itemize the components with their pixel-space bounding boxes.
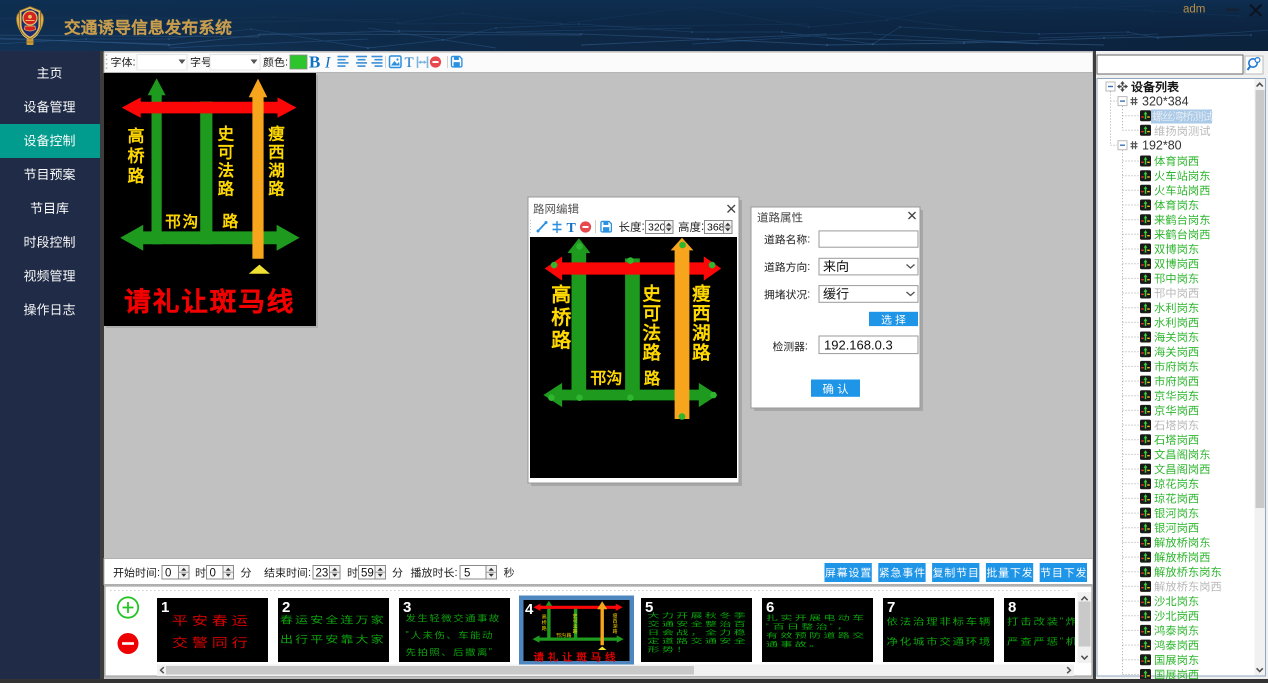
- svg-text:T: T: [567, 221, 577, 236]
- svg-text::: :: [642, 221, 645, 233]
- svg-text::: :: [308, 567, 311, 579]
- svg-text::: :: [805, 341, 808, 353]
- svg-text:23: 23: [316, 568, 329, 580]
- svg-text:B: B: [309, 53, 320, 72]
- svg-text::: :: [807, 261, 810, 273]
- svg-text:adm: adm: [1183, 4, 1205, 16]
- svg-text:I: I: [324, 55, 331, 72]
- svg-text:5: 5: [645, 599, 653, 616]
- svg-text:": ": [1060, 636, 1063, 647]
- svg-text::: :: [807, 234, 810, 246]
- svg-text::: :: [807, 289, 810, 301]
- svg-text:6: 6: [766, 599, 774, 616]
- svg-text:192.168.0.3: 192.168.0.3: [824, 338, 893, 353]
- svg-text:8: 8: [1008, 599, 1016, 616]
- svg-text::: :: [157, 567, 160, 579]
- svg-text:0: 0: [210, 568, 216, 580]
- svg-text:": ": [1060, 616, 1063, 627]
- svg-text:": ": [766, 622, 769, 631]
- svg-text:T: T: [405, 55, 414, 71]
- svg-text::: :: [455, 567, 458, 579]
- svg-text:": ": [830, 622, 833, 631]
- svg-text:5: 5: [464, 568, 470, 580]
- svg-text:4: 4: [525, 601, 534, 618]
- svg-text:192*80: 192*80: [1142, 138, 1182, 152]
- svg-text:368: 368: [707, 222, 725, 234]
- svg-text:320*384: 320*384: [1142, 94, 1189, 108]
- svg-text:1: 1: [161, 599, 169, 616]
- svg-text:": ": [406, 630, 409, 640]
- svg-text:320: 320: [648, 222, 666, 234]
- svg-text:7: 7: [887, 599, 895, 616]
- svg-text:2: 2: [282, 599, 290, 616]
- svg-text::: :: [701, 221, 704, 233]
- svg-text:": ": [489, 647, 492, 657]
- svg-text::: :: [133, 56, 136, 68]
- svg-text:0: 0: [165, 568, 171, 580]
- svg-text::: :: [285, 56, 288, 68]
- svg-text:59: 59: [361, 568, 374, 580]
- svg-text:3: 3: [403, 599, 411, 616]
